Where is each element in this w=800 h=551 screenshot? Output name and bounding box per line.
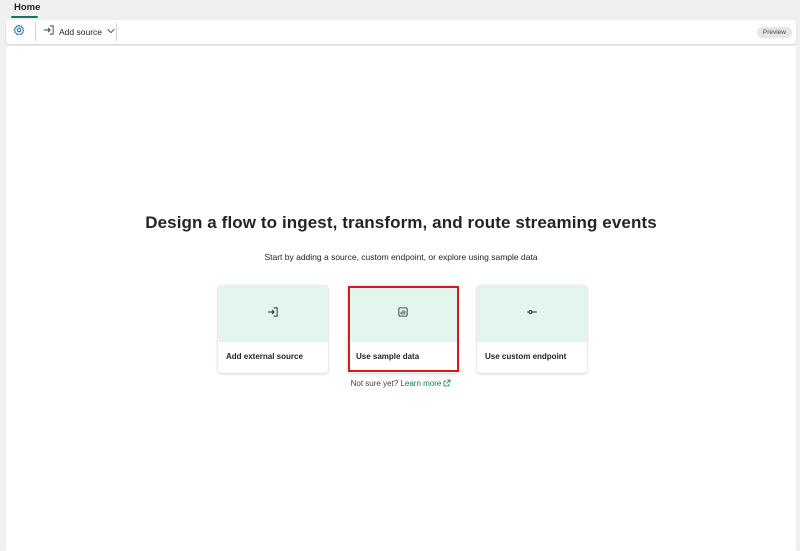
- card-label: Add external source: [226, 352, 303, 361]
- page-subtitle: Start by adding a source, custom endpoin…: [264, 252, 538, 262]
- external-link-icon: [443, 379, 451, 389]
- card-header: [348, 285, 458, 342]
- toolbar: Add source Preview: [6, 20, 796, 44]
- help-text: Not sure yet?: [350, 379, 399, 388]
- add-source-button[interactable]: Add source: [39, 22, 120, 42]
- chevron-down-icon: [106, 23, 116, 41]
- card-label: Use sample data: [356, 352, 420, 361]
- tab-strip: Home: [0, 0, 800, 20]
- learn-more-link[interactable]: Learn more: [400, 379, 451, 388]
- sign-in-icon: [267, 305, 279, 323]
- card-label: Use custom endpoint: [485, 352, 567, 361]
- card-header: [477, 285, 587, 342]
- card-header: [218, 285, 328, 342]
- app-window: Home Add source Preview Design a flow to…: [0, 0, 800, 551]
- use-custom-endpoint-card[interactable]: Use custom endpoint: [477, 285, 587, 373]
- plug-icon: [526, 305, 538, 323]
- page-title: Design a flow to ingest, transform, and …: [145, 213, 657, 232]
- sample-data-icon: [397, 305, 409, 323]
- learn-more-label: Learn more: [400, 379, 442, 388]
- canvas: Design a flow to ingest, transform, and …: [6, 46, 796, 551]
- toolbar-divider: [116, 23, 117, 41]
- toolbar-divider: [35, 23, 36, 41]
- help-line: Not sure yet? Learn more: [6, 379, 796, 389]
- preview-badge: Preview: [756, 27, 792, 38]
- add-source-icon: [43, 23, 55, 41]
- settings-button[interactable]: [10, 23, 28, 41]
- add-external-source-card[interactable]: Add external source: [218, 285, 328, 373]
- use-sample-data-card[interactable]: Use sample data: [348, 285, 458, 373]
- gear-icon: [13, 23, 25, 41]
- tab-home-indicator: [11, 16, 38, 18]
- add-source-label: Add source: [59, 27, 102, 37]
